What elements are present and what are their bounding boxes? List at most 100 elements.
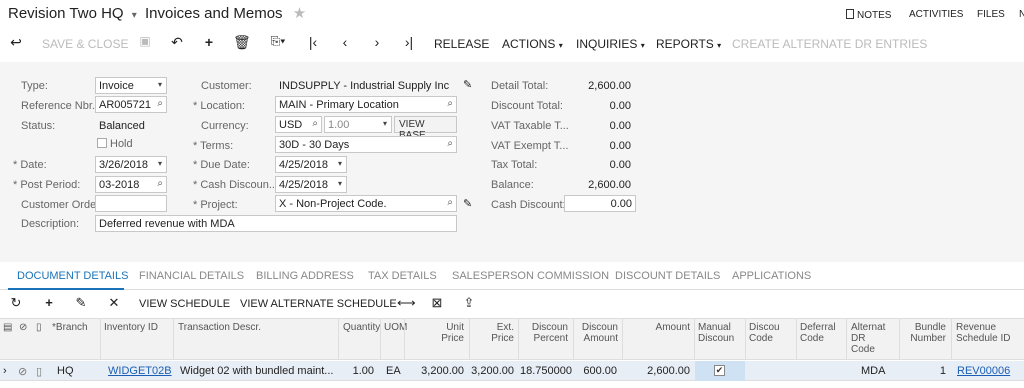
copy-paste-icon[interactable]: ⎘▾ [265, 34, 291, 52]
currency-rate-field[interactable]: 1.00 ▾ [324, 116, 392, 133]
save-close-button[interactable]: SAVE & CLOSE [42, 37, 128, 51]
hold-checkbox[interactable] [97, 138, 107, 148]
cell-branch[interactable]: HQ [57, 365, 74, 377]
col-ext-price[interactable]: Ext. Price [484, 322, 514, 344]
next-record-icon[interactable]: › [369, 34, 385, 52]
cell-bundle-number[interactable]: 1 [920, 365, 946, 377]
prev-record-icon[interactable]: ‹ [337, 34, 353, 52]
back-icon[interactable]: ↩ [8, 34, 24, 52]
delete-row-icon[interactable]: ✕ [106, 295, 122, 311]
date-label: Date: [13, 159, 46, 171]
edit-icon[interactable]: ✎ [463, 197, 472, 210]
col-branch[interactable]: *Branch [52, 322, 88, 333]
col-quantity[interactable]: Quantity [343, 322, 380, 333]
attachment-icon[interactable]: ⊘ [18, 365, 27, 378]
customer-value[interactable]: INDSUPPLY - Industrial Supply Inc [279, 80, 449, 92]
first-record-icon[interactable]: |‹ [305, 34, 321, 52]
col-alt-dr-code[interactable]: Alternat DR Code [851, 322, 885, 355]
tab-salesperson-commission[interactable]: SALESPERSON COMMISSION [452, 270, 609, 282]
cell-uom[interactable]: EA [386, 365, 401, 377]
row-expand-icon[interactable]: › [3, 365, 7, 377]
location-field[interactable]: MAIN - Primary Location ⌕ [275, 96, 457, 113]
ref-nbr-field[interactable]: AR005721 ⌕ [95, 96, 167, 113]
chevron-down-icon: ▾ [157, 80, 162, 89]
search-icon: ⌕ [157, 178, 163, 189]
add-row-icon[interactable]: + [41, 295, 57, 310]
tab-financial-details[interactable]: FINANCIAL DETAILS [139, 270, 244, 282]
add-icon[interactable]: + [201, 34, 217, 52]
manual-discount-checkbox[interactable]: ✔ [714, 365, 725, 376]
tab-billing-address[interactable]: BILLING ADDRESS [256, 270, 354, 282]
edit-icon[interactable]: ✎ [463, 78, 472, 91]
view-base-button[interactable]: VIEW BASE [394, 116, 457, 141]
activities-link[interactable]: ACTIVITIES [909, 9, 963, 20]
cell-description[interactable]: Widget 02 with bundled maint... [180, 365, 333, 377]
cash-discount-date-field[interactable]: 4/25/2018 ▾ [275, 176, 347, 193]
files-link[interactable]: FILES [977, 9, 1005, 20]
col-discount-code[interactable]: Discou Code [749, 322, 780, 344]
save-icon[interactable]: ▣ [137, 34, 153, 52]
page-title: Revision Two HQ ▾ Invoices and Memos ★ [8, 4, 306, 22]
customer-order-field[interactable] [95, 195, 167, 212]
company-name[interactable]: Revision Two HQ [8, 5, 124, 22]
cash-discount-date-label: Cash Discoun... [193, 179, 278, 191]
last-record-icon[interactable]: ›| [401, 34, 417, 52]
currency-label: Currency: [201, 120, 249, 132]
view-alt-schedule-button[interactable]: VIEW ALTERNATE SCHEDULE [240, 298, 397, 310]
cell-alt-dr-code[interactable]: MDA [861, 365, 885, 377]
cell-ext-price[interactable]: 3,200.00 [470, 365, 514, 377]
note-icon[interactable]: ▯ [36, 365, 42, 378]
cell-quantity[interactable]: 1.00 [340, 365, 374, 377]
cash-discount-field[interactable]: 0.00 [564, 195, 636, 212]
description-field[interactable]: Deferred revenue with MDA [95, 215, 457, 232]
tab-applications[interactable]: APPLICATIONS [732, 270, 811, 282]
col-amount[interactable]: Amount [650, 322, 690, 333]
col-revenue-schedule-id[interactable]: Revenue Schedule ID [956, 322, 1010, 344]
release-button[interactable]: RELEASE [434, 37, 489, 51]
col-description[interactable]: Transaction Descr. [178, 322, 261, 333]
cell-discount-amount[interactable]: 600.00 [575, 365, 617, 377]
due-date-field[interactable]: 4/25/2018 ▾ [275, 156, 347, 173]
col-discount-amount[interactable]: Discoun Amount [578, 322, 618, 344]
create-alt-dr-button[interactable]: CREATE ALTERNATE DR ENTRIES [732, 37, 927, 51]
actions-menu[interactable]: ACTIONS ▾ [502, 37, 563, 51]
refresh-icon[interactable]: ↻ [8, 295, 24, 311]
col-unit-price[interactable]: Unit Price [432, 322, 464, 344]
upload-icon[interactable]: ⇪ [461, 295, 477, 311]
undo-icon[interactable]: ↶ [169, 34, 185, 52]
screen-title: Invoices and Memos [144, 5, 283, 22]
col-manual-discount[interactable]: Manual Discoun [698, 322, 734, 344]
more-link[interactable]: N [1019, 9, 1024, 20]
edit-row-icon[interactable]: ✎ [73, 295, 89, 311]
type-label: Type: [21, 80, 48, 92]
reports-menu[interactable]: REPORTS ▾ [656, 37, 721, 51]
col-inventory-id[interactable]: Inventory ID [104, 322, 158, 333]
col-deferral-code[interactable]: Deferral Code [800, 322, 836, 344]
cell-amount[interactable]: 2,600.00 [630, 365, 690, 377]
project-field[interactable]: X - Non-Project Code. ⌕ [275, 195, 457, 212]
cell-unit-price[interactable]: 3,200.00 [410, 365, 464, 377]
tab-tax-details[interactable]: TAX DETAILS [368, 270, 437, 282]
col-discount-percent[interactable]: Discoun Percent [528, 322, 568, 344]
fit-columns-icon[interactable]: ⟷ [397, 295, 416, 311]
tab-discount-details[interactable]: DISCOUNT DETAILS [615, 270, 720, 282]
cell-revenue-schedule-id[interactable]: REV00006 [957, 365, 1010, 377]
date-field[interactable]: 3/26/2018 ▾ [95, 156, 167, 173]
status-value: Balanced [99, 120, 145, 132]
tab-document-details[interactable]: DOCUMENT DETAILS [17, 270, 128, 282]
export-excel-icon[interactable]: ⊠ [429, 295, 445, 311]
terms-field[interactable]: 30D - 30 Days ⌕ [275, 136, 457, 153]
post-period-field[interactable]: 03-2018 ⌕ [95, 176, 167, 193]
discount-total-label: Discount Total: [491, 100, 563, 112]
chevron-down-icon[interactable]: ▾ [132, 10, 137, 21]
currency-field[interactable]: USD ⌕ [275, 116, 322, 133]
cell-discount-percent[interactable]: 18.750000 [520, 365, 572, 377]
type-select[interactable]: Invoice ▾ [95, 77, 167, 94]
inquiries-menu[interactable]: INQUIRIES ▾ [576, 37, 645, 51]
view-schedule-button[interactable]: VIEW SCHEDULE [139, 298, 230, 310]
cell-inventory-id[interactable]: WIDGET02B [108, 365, 172, 377]
notes-link[interactable]: NOTES [846, 9, 891, 21]
delete-icon[interactable]: 🗑 [233, 34, 251, 52]
star-icon[interactable]: ★ [293, 5, 306, 22]
col-bundle-number[interactable]: Bundle Number [910, 322, 946, 344]
